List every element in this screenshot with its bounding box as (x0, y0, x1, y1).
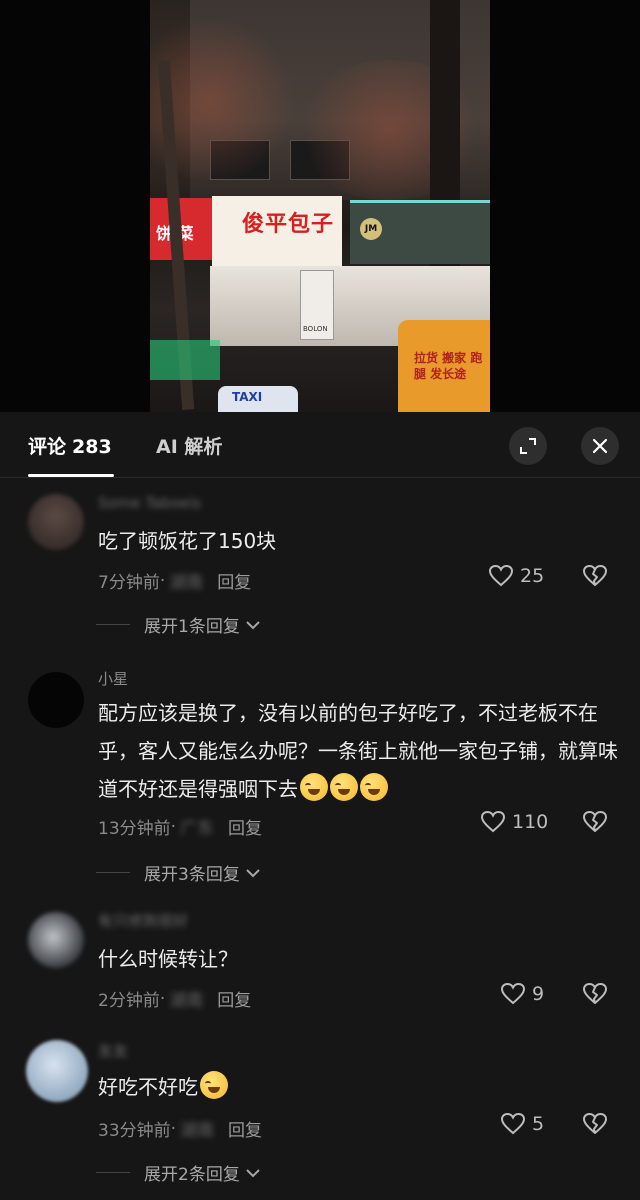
crying-face-icon (330, 773, 358, 801)
broken-heart-icon (583, 565, 607, 586)
meta-dot: · (170, 1118, 177, 1139)
heart-icon (488, 564, 514, 587)
chevron-down-icon (246, 1168, 260, 1177)
video-area[interactable]: 饼 菜 俊平包子 JM BOLON 拉货 搬家 跑腿 发长途 TAXI (0, 0, 640, 412)
comment-location: 湖南 (169, 991, 204, 1011)
close-icon (592, 438, 608, 454)
tab-underline (28, 474, 114, 477)
divider (96, 872, 130, 873)
comment-time: 33分钟前 (98, 1121, 171, 1141)
like-button[interactable]: 5 (500, 1112, 544, 1136)
comment-username[interactable]: 小星 (98, 668, 128, 689)
comment-text-body: 好吃不好吃 (98, 1075, 198, 1099)
avatar[interactable] (28, 672, 84, 728)
van-text: 拉货 搬家 跑腿 发长途 (414, 351, 483, 381)
comment-text: 好吃不好吃 (98, 1068, 618, 1106)
comment-meta: 7分钟前 · 湖南 回复 (98, 568, 251, 594)
poster-text: BOLON (303, 325, 328, 333)
green-light (150, 340, 220, 380)
comment-meta: 13分钟前 · 广东 回复 (98, 814, 262, 840)
comment-time: 13分钟前 (98, 819, 171, 839)
tab-ai-analysis[interactable]: AI 解析 (156, 432, 222, 459)
tab-comments[interactable]: 评论 283 (28, 432, 112, 459)
fullscreen-button[interactable] (509, 427, 547, 465)
tab-comments-label: 评论 (28, 436, 67, 458)
reply-button[interactable]: 回复 (228, 814, 262, 839)
dislike-button[interactable] (582, 564, 608, 592)
heart-icon (480, 810, 506, 833)
like-count: 25 (520, 565, 545, 587)
meta-dot: · (159, 988, 166, 1009)
tab-comments-count: 283 (72, 436, 112, 458)
jm-logo: JM (360, 218, 382, 240)
avatar[interactable] (28, 494, 84, 550)
comment-location: 广东 (180, 819, 215, 839)
avatar[interactable] (26, 1040, 88, 1102)
like-count: 110 (512, 811, 549, 833)
video-frame[interactable]: 饼 菜 俊平包子 JM BOLON 拉货 搬家 跑腿 发长途 TAXI (150, 0, 490, 412)
like-button[interactable]: 25 (488, 564, 544, 588)
comment-text: 配方应该是换了，没有以前的包子好吃了，不过老板不在乎，客人又能怎么办呢？一条街上… (98, 694, 618, 808)
broken-heart-icon (583, 1113, 607, 1134)
expand-replies-label: 展开2条回复 (144, 1165, 240, 1185)
comment-text-body: 配方应该是换了，没有以前的包子好吃了，不过老板不在乎，客人又能怎么办呢？一条街上… (98, 701, 618, 801)
like-count: 9 (532, 983, 545, 1005)
chevron-down-icon (246, 620, 260, 629)
meta-dot: · (170, 816, 177, 837)
reply-button[interactable]: 回复 (217, 986, 251, 1011)
crying-face-icon (360, 773, 388, 801)
comment-time: 7分钟前 (98, 573, 160, 593)
expand-replies-button[interactable]: 展开3条回复 (96, 860, 262, 885)
expand-replies-button[interactable]: 展开2条回复 (96, 1160, 262, 1185)
fullscreen-icon (520, 438, 536, 454)
like-button[interactable]: 9 (500, 982, 544, 1006)
dislike-button[interactable] (582, 982, 608, 1010)
reply-button[interactable]: 回复 (217, 568, 251, 593)
crying-face-icon (300, 773, 328, 801)
comment-time: 2分钟前 (98, 991, 160, 1011)
expand-replies-label: 展开1条回复 (144, 617, 240, 637)
dislike-button[interactable] (582, 810, 608, 838)
comment-username[interactable]: 有只修狗很好 (98, 910, 188, 931)
broken-heart-icon (583, 811, 607, 832)
like-count: 5 (532, 1113, 545, 1135)
comment-meta: 33分钟前 · 湖南 回复 (98, 1116, 262, 1142)
comment-username[interactable]: Some Taboeis (98, 494, 201, 512)
shop-sign-text: 俊平包子 (242, 212, 335, 237)
comment-text: 吃了顿饭花了150块 (98, 529, 277, 553)
broken-heart-icon (583, 983, 607, 1004)
expand-replies-label: 展开3条回复 (144, 865, 240, 885)
chevron-down-icon (246, 868, 260, 877)
comment-location: 湖南 (180, 1121, 215, 1141)
tab-bar: 评论 283 AI 解析 (0, 412, 640, 478)
divider (96, 1172, 130, 1173)
avatar[interactable] (28, 912, 84, 968)
taxi-label: TAXI (232, 390, 263, 404)
close-button[interactable] (581, 427, 619, 465)
comment-meta: 2分钟前 · 湖南 回复 (98, 986, 251, 1012)
expand-replies-button[interactable]: 展开1条回复 (96, 612, 262, 637)
comment-text: 什么时候转让？ (98, 947, 238, 971)
heart-icon (500, 982, 526, 1005)
meta-dot: · (159, 570, 166, 591)
dislike-button[interactable] (582, 1112, 608, 1140)
reply-button[interactable]: 回复 (228, 1116, 262, 1141)
heart-icon (500, 1112, 526, 1135)
like-button[interactable]: 110 (480, 810, 548, 834)
tree-leaves (290, 60, 490, 200)
comment-location: 湖南 (169, 573, 204, 593)
comment-panel: 评论 283 AI 解析 Some Taboeis 吃了顿饭花了150块 7分钟前… (0, 412, 640, 1200)
poster: BOLON (300, 270, 334, 340)
divider (96, 624, 130, 625)
grimacing-sweat-face-icon (200, 1071, 228, 1099)
comment-username[interactable]: 友友 (98, 1040, 128, 1061)
